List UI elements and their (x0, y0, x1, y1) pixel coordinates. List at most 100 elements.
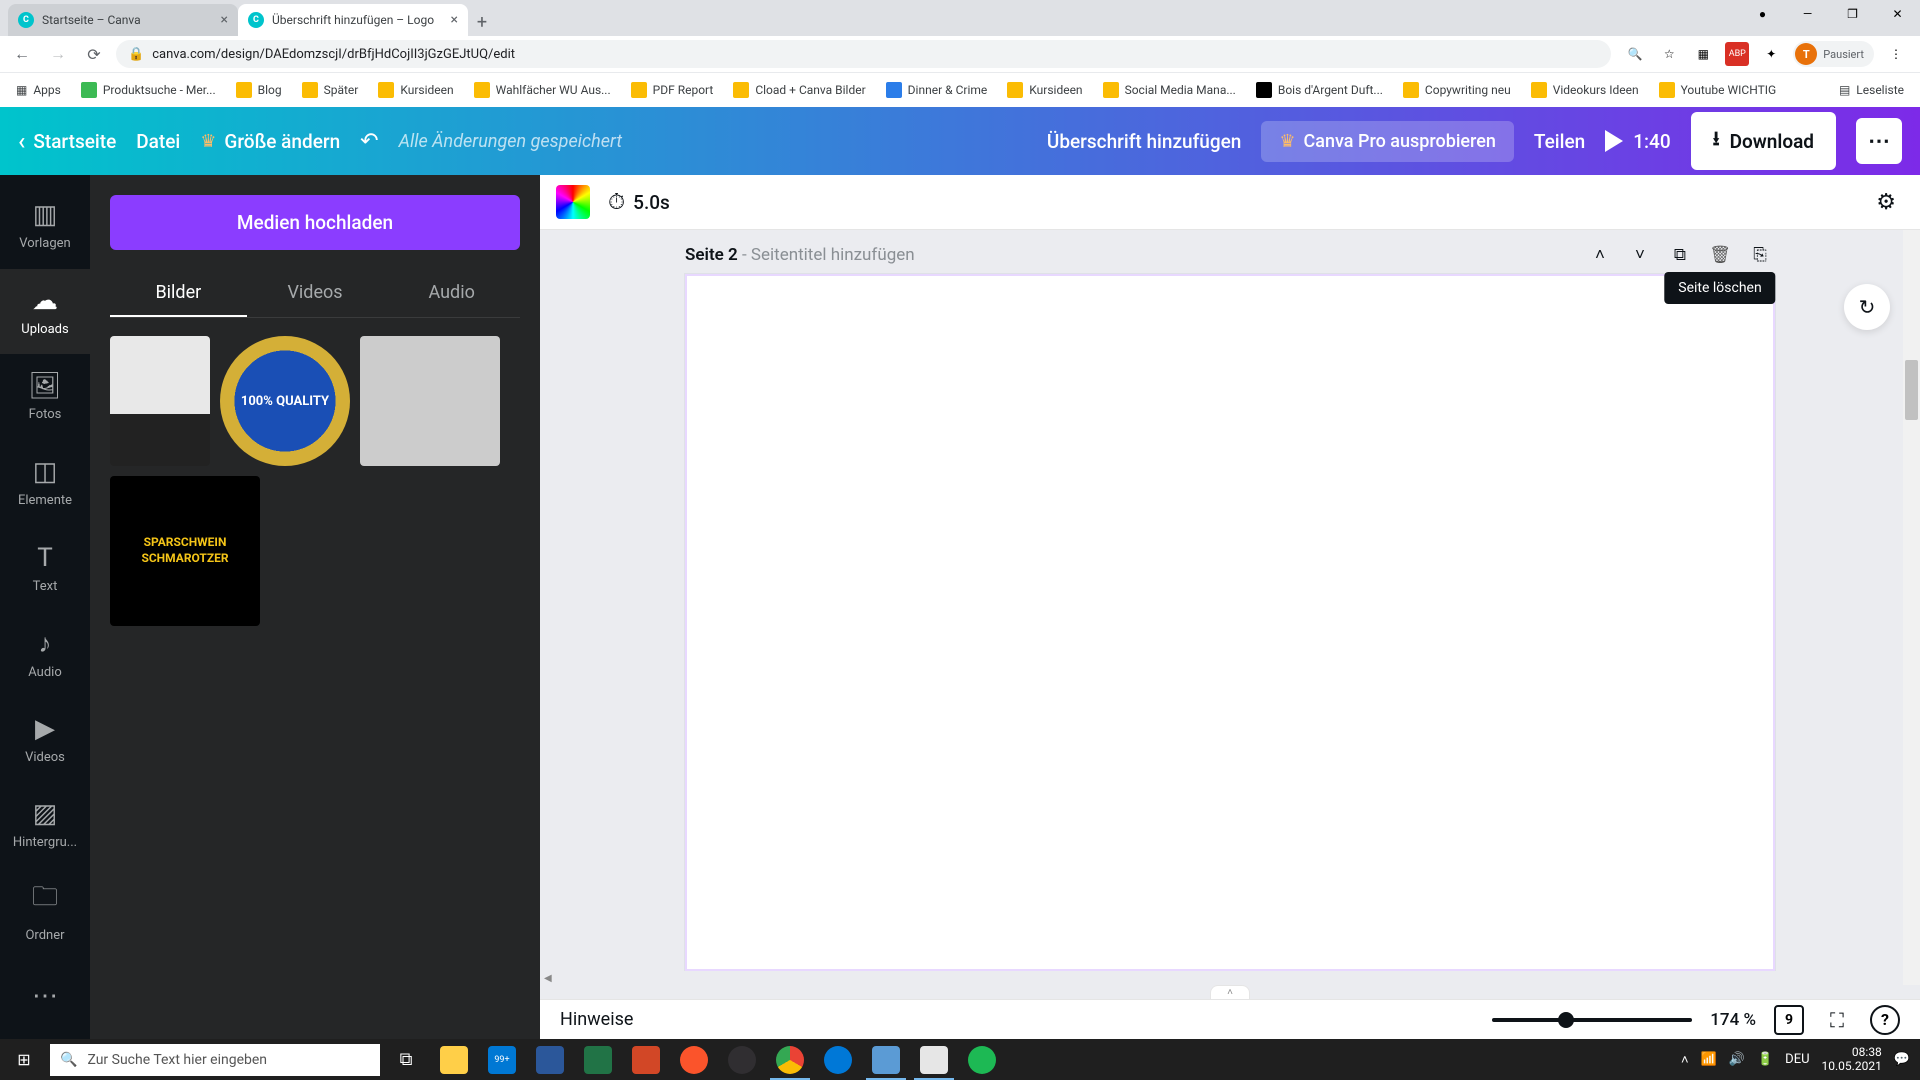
bookmark-item[interactable]: Wahlfächer WU Aus... (466, 78, 619, 102)
rail-folders[interactable]: 🗀Ordner (0, 868, 90, 954)
back-button[interactable]: ← (8, 40, 36, 68)
zoom-icon[interactable]: 🔍 (1623, 42, 1647, 66)
rail-videos[interactable]: ▶Videos (0, 697, 90, 783)
tray-notifications-icon[interactable]: 💬 (1894, 1052, 1910, 1067)
upload-thumb[interactable]: SPARSCHWEIN SCHMAROTZER (110, 476, 260, 626)
zoom-percent[interactable]: 174 % (1710, 1010, 1756, 1030)
bookmark-item[interactable]: Bois d'Argent Duft... (1248, 78, 1391, 102)
page-title-area[interactable]: Seite 2 - Seitentitel hinzufügen (685, 245, 915, 265)
extension-icon[interactable]: ABP (1725, 42, 1749, 66)
try-pro-button[interactable]: ♛ Canva Pro ausprobieren (1261, 121, 1514, 162)
tray-clock[interactable]: 08:38 10.05.2021 (1822, 1046, 1882, 1072)
delete-page-button[interactable]: 🗑 Seite löschen (1705, 240, 1735, 270)
star-icon[interactable]: ☆ (1657, 42, 1681, 66)
bookmark-item[interactable]: Videokurs Ideen (1523, 78, 1647, 102)
bookmark-item[interactable]: Später (294, 78, 367, 102)
forward-button[interactable]: → (44, 40, 72, 68)
extensions-menu-icon[interactable]: ✦ (1759, 42, 1783, 66)
upload-thumb[interactable]: 100% QUALITY (220, 336, 350, 466)
tray-language[interactable]: DEU (1785, 1052, 1809, 1067)
taskbar-search[interactable]: 🔍 Zur Suche Text hier eingeben (50, 1044, 380, 1076)
duplicate-page-button[interactable]: ⧉ (1665, 240, 1695, 270)
tray-wifi-icon[interactable]: 📶 (1701, 1052, 1717, 1067)
taskbar-app-spotify[interactable] (958, 1039, 1006, 1080)
add-page-button[interactable]: ⎘ (1745, 240, 1775, 270)
new-tab-button[interactable]: + (468, 8, 496, 36)
tab-close-icon[interactable]: × (451, 12, 458, 28)
reload-button[interactable]: ⟳ (80, 40, 108, 68)
rail-uploads[interactable]: ☁Uploads (0, 269, 90, 355)
present-button[interactable]: 1:40 (1605, 130, 1670, 153)
address-bar[interactable]: 🔒 canva.com/design/DAEdomzscjI/drBfjHdCo… (116, 40, 1611, 68)
bookmark-item[interactable]: Produktsuche - Mer... (73, 78, 224, 102)
zoom-thumb[interactable] (1558, 1012, 1574, 1028)
bookmark-item[interactable]: Dinner & Crime (878, 78, 996, 102)
tray-volume-icon[interactable]: 🔊 (1729, 1052, 1745, 1067)
taskbar-app-brave[interactable] (670, 1039, 718, 1080)
bookmark-item[interactable]: Copywriting neu (1395, 78, 1519, 102)
browser-tab-2[interactable]: C Überschrift hinzufügen – Logo × (238, 4, 468, 36)
minimize-button[interactable]: ― (1785, 0, 1830, 28)
vertical-scrollbar[interactable] (1903, 230, 1920, 985)
apps-button[interactable]: ▦Apps (8, 79, 69, 101)
expand-timeline-button[interactable]: ˄ (1210, 985, 1250, 999)
upload-media-button[interactable]: Medien hochladen (110, 195, 520, 250)
reset-view-button[interactable]: ↻ (1844, 284, 1890, 330)
taskbar-app-word[interactable] (526, 1039, 574, 1080)
kebab-menu-icon[interactable]: ⋮ (1884, 42, 1908, 66)
home-button[interactable]: ‹ Startseite (18, 127, 116, 155)
tab-videos[interactable]: Videos (247, 270, 384, 317)
taskbar-app-generic[interactable] (862, 1039, 910, 1080)
taskbar-app-mail[interactable]: 99+ (478, 1039, 526, 1080)
undo-button[interactable]: ↶ (360, 129, 378, 154)
tab-close-icon[interactable]: × (221, 12, 228, 28)
profile-chip[interactable]: T Pausiert (1793, 41, 1874, 67)
download-button[interactable]: ⭳ Download (1691, 112, 1836, 170)
tray-battery-icon[interactable]: 🔋 (1757, 1052, 1773, 1067)
browser-tab-1[interactable]: C Startseite – Canva × (8, 4, 238, 36)
upload-thumb[interactable] (110, 336, 210, 466)
color-picker-button[interactable] (556, 185, 590, 219)
close-window-button[interactable]: ✕ (1875, 0, 1920, 28)
horizontal-scrollbar[interactable]: ◀▶ (540, 971, 1920, 985)
task-view-button[interactable]: ⧉ (382, 1039, 430, 1080)
qr-icon[interactable]: ▦ (1691, 42, 1715, 66)
more-menu-button[interactable]: ⋯ (1856, 118, 1902, 164)
share-button[interactable]: Teilen (1534, 130, 1585, 153)
rail-elements[interactable]: ◫Elemente (0, 440, 90, 526)
design-canvas[interactable] (685, 274, 1775, 971)
duration-button[interactable]: ⏱ 5.0s (608, 190, 670, 215)
page-up-button[interactable]: ˄ (1585, 240, 1615, 270)
rail-audio[interactable]: ♪Audio (0, 611, 90, 697)
file-menu[interactable]: Datei (136, 130, 180, 153)
help-button[interactable]: ? (1870, 1005, 1900, 1035)
design-title[interactable]: Überschrift hinzufügen (1047, 130, 1241, 153)
rail-photos[interactable]: 🖼Fotos (0, 354, 90, 440)
tab-audio[interactable]: Audio (383, 270, 520, 317)
tab-images[interactable]: Bilder (110, 270, 247, 317)
page-count-button[interactable]: 9 (1774, 1005, 1804, 1035)
maximize-button[interactable]: ❐ (1830, 0, 1875, 28)
rail-templates[interactable]: ▥Vorlagen (0, 183, 90, 269)
taskbar-app-excel[interactable] (574, 1039, 622, 1080)
account-dot-icon[interactable]: ● (1740, 0, 1785, 28)
taskbar-app-chrome[interactable] (766, 1039, 814, 1080)
page-down-button[interactable]: ˅ (1625, 240, 1655, 270)
taskbar-app-obs[interactable] (718, 1039, 766, 1080)
bookmark-item[interactable]: Kursideen (999, 78, 1090, 102)
bookmark-item[interactable]: Kursideen (370, 78, 461, 102)
scroll-thumb[interactable] (1905, 360, 1918, 420)
notes-button[interactable]: Hinweise (560, 1009, 633, 1030)
filter-button[interactable]: ⚙ (1868, 182, 1904, 223)
bookmark-item[interactable]: Cload + Canva Bilder (725, 78, 873, 102)
zoom-slider[interactable] (1492, 1018, 1692, 1022)
tray-chevron-icon[interactable]: ˄ (1681, 1052, 1689, 1068)
rail-background[interactable]: ▨Hintergru... (0, 782, 90, 868)
rail-more[interactable]: ⋯ (0, 953, 90, 1039)
bookmark-item[interactable]: Social Media Mana... (1095, 78, 1244, 102)
fullscreen-button[interactable]: ⛶ (1822, 1008, 1852, 1032)
rail-text[interactable]: TText (0, 525, 90, 611)
bookmark-item[interactable]: Youtube WICHTIG (1651, 78, 1785, 102)
bookmark-item[interactable]: PDF Report (623, 78, 722, 102)
taskbar-app-powerpoint[interactable] (622, 1039, 670, 1080)
